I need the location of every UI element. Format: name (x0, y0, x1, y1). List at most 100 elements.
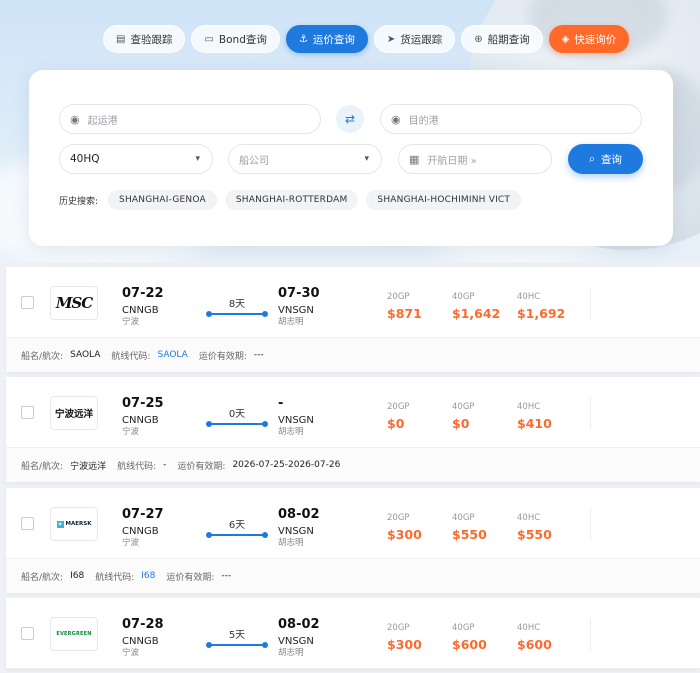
nav-schedule-query[interactable]: ⊕ 船期查询 (461, 25, 543, 53)
search-history: 历史搜索: SHANGHAI-GENOA SHANGHAI-ROTTERDAM … (59, 190, 522, 210)
departure-port: CNNGB (122, 526, 159, 537)
route-code-link[interactable]: SAOLA (157, 350, 187, 360)
price-value: $1,642 (452, 306, 501, 321)
route-code-value: - (163, 460, 167, 470)
top-nav: ▤ 查验跟踪 ▭ Bond查询 ⚓ 运价查询 ➤ 货运跟踪 ⊕ 船期查询 ◈ 快… (103, 25, 630, 53)
departure-block: 07-25 CNNGB 宁波 (122, 396, 164, 438)
vessel-label: 船名/航次: (21, 572, 64, 583)
nav-inspection-tracking[interactable]: ▤ 查验跟踪 (103, 25, 186, 53)
transit-duration: 6天 (228, 520, 246, 531)
route-code-label: 航线代码: (111, 351, 151, 362)
container-type-select[interactable]: 40HQ ▾ (59, 144, 213, 174)
star-icon: ✶ (56, 520, 64, 528)
result-main-row: EVERGREEN 07-28 CNNGB 宁波 5天 08-02 VNSGN … (6, 598, 700, 669)
arrival-date: - (278, 396, 284, 411)
select-checkbox[interactable] (21, 627, 34, 640)
route-line (206, 532, 268, 538)
departure-date: 07-28 (122, 617, 164, 632)
price-type: 20GP (387, 513, 410, 523)
result-main-row: MSC 07-22 CNNGB 宁波 8天 07-30 VNSGN 胡志明 20… (6, 267, 700, 338)
date-placeholder: 开航日期 » (427, 155, 477, 167)
price-value: $550 (517, 527, 552, 542)
departure-city: 宁波 (122, 317, 140, 327)
price-type: 40HC (517, 623, 541, 633)
nav-freight-rate-query[interactable]: ⚓ 运价查询 (285, 25, 368, 53)
select-checkbox[interactable] (21, 296, 34, 309)
search-button[interactable]: ⌕ 查询 (568, 144, 643, 174)
search-button-label: 查询 (600, 153, 622, 166)
origin-placeholder: 起运港 (87, 115, 118, 127)
route-code-label: 航线代码: (95, 572, 135, 583)
price-40hc: 40HC $410 (517, 402, 582, 432)
result-info-row: 船名/航次: SAOLA 航线代码: SAOLA 运价有效期: --- (6, 338, 700, 372)
arrival-city: 胡志明 (278, 648, 304, 658)
departure-block: 07-27 CNNGB 宁波 (122, 507, 164, 549)
price-value: $300 (387, 637, 422, 652)
price-value: $600 (452, 637, 487, 652)
departure-city: 宁波 (122, 427, 140, 437)
swap-icon: ⇄ (344, 112, 356, 126)
destination-port-input[interactable]: ◉ 目的港 (380, 104, 642, 134)
divider (590, 618, 591, 650)
maersk-logo-text: MAERSK (65, 521, 92, 527)
location-pin-icon: ◉ (391, 112, 401, 126)
departure-city: 宁波 (122, 648, 140, 658)
history-chip[interactable]: SHANGHAI-ROTTERDAM (224, 190, 359, 210)
select-checkbox[interactable] (21, 517, 34, 530)
departure-city: 宁波 (122, 538, 140, 548)
history-chip[interactable]: SHANGHAI-GENOA (108, 190, 217, 210)
ningbo-ocean-logo-text: 宁波远洋 (54, 409, 93, 420)
price-type: 40HC (517, 513, 541, 523)
price-40hc: 40HC $600 (517, 623, 582, 653)
departure-port: CNNGB (122, 305, 159, 316)
price-type: 40GP (452, 623, 475, 633)
nav-quick-quote[interactable]: ◈ 快速询价 (548, 25, 630, 53)
price-group: 20GP $300 40GP $550 40HC $550 (387, 513, 582, 543)
departure-date: 07-27 (122, 507, 164, 522)
price-type: 40GP (452, 292, 475, 302)
origin-port-input[interactable]: ◉ 起运港 (59, 104, 321, 134)
nav-cargo-tracking[interactable]: ➤ 货运跟踪 (373, 25, 456, 53)
price-value: $550 (452, 527, 487, 542)
price-value: $0 (452, 416, 470, 431)
arrival-city: 胡志明 (278, 317, 304, 327)
price-type: 40HC (517, 292, 541, 302)
carrier-select[interactable]: 船公司 ▾ (228, 144, 382, 174)
validity-label: 运价有效期: (198, 351, 247, 362)
nav-label: 快速询价 (574, 33, 617, 46)
price-type: 20GP (387, 292, 410, 302)
route-line (206, 421, 268, 427)
vessel-label: 船名/航次: (21, 461, 64, 472)
location-pin-icon: ◉ (70, 112, 80, 126)
validity-label: 运价有效期: (166, 572, 215, 583)
nav-bond-query[interactable]: ▭ Bond查询 (191, 25, 280, 53)
price-40gp: 40GP $600 (452, 623, 517, 653)
price-value: $871 (387, 306, 422, 321)
price-40hc: 40HC $550 (517, 513, 582, 543)
departure-block: 07-22 CNNGB 宁波 (122, 286, 164, 328)
arrival-block: - VNSGN 胡志明 (278, 396, 314, 438)
select-checkbox[interactable] (21, 406, 34, 419)
swap-ports-button[interactable]: ⇄ (336, 105, 364, 133)
price-value: $0 (387, 416, 405, 431)
price-40gp: 40GP $1,642 (452, 292, 517, 322)
divider (590, 508, 591, 540)
result-card: EVERGREEN 07-28 CNNGB 宁波 5天 08-02 VNSGN … (6, 598, 700, 669)
departure-date-input[interactable]: ▦ 开航日期 » (398, 144, 552, 174)
transit-duration: 5天 (228, 630, 246, 641)
search-card: ◉ 起运港 ⇄ ◉ 目的港 40HQ ▾ 船公司 ▾ ▦ 开航日期 » ⌕ 查询… (29, 70, 673, 246)
carrier-placeholder: 船公司 (239, 155, 269, 167)
globe-icon: ⊕ (474, 33, 483, 45)
chevron-down-icon: ▾ (195, 154, 200, 164)
send-icon: ➤ (386, 33, 396, 45)
route-code-link[interactable]: I68 (141, 571, 155, 581)
price-type: 40GP (452, 513, 475, 523)
result-main-row: ✶ MAERSK 07-27 CNNGB 宁波 6天 08-02 VNSGN 胡… (6, 488, 700, 559)
vessel-label: 船名/航次: (21, 351, 64, 362)
carrier-logo: MSC (50, 286, 98, 320)
price-type: 40HC (517, 402, 541, 412)
history-chip[interactable]: SHANGHAI-HOCHIMINH VICT (366, 190, 522, 210)
route-line (206, 311, 268, 317)
price-40gp: 40GP $0 (452, 402, 517, 432)
arrival-block: 08-02 VNSGN 胡志明 (278, 617, 320, 659)
